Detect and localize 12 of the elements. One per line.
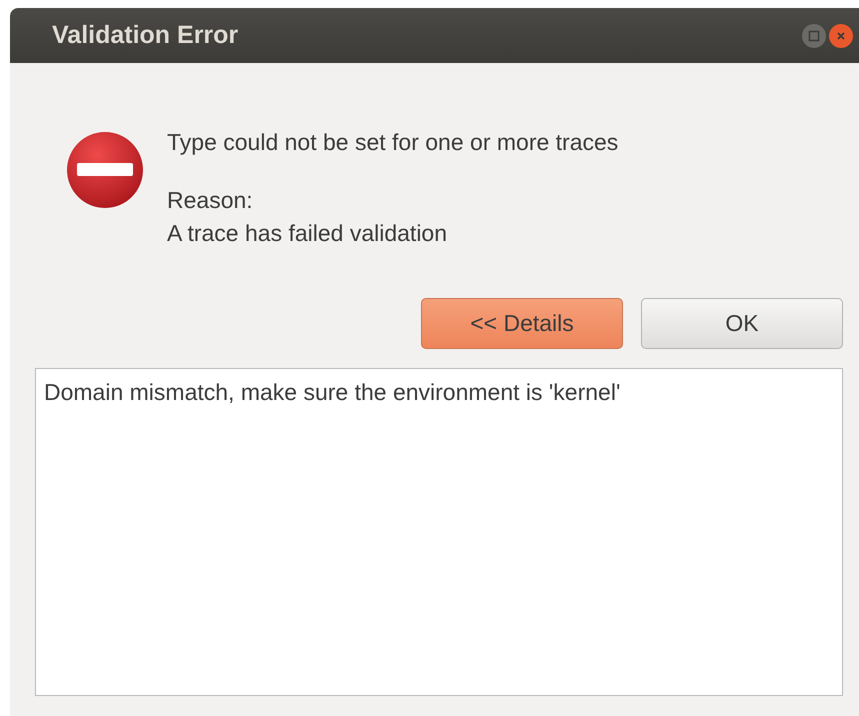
maximize-button[interactable] <box>802 24 826 48</box>
error-message: Type could not be set for one or more traces <box>167 128 618 157</box>
details-button[interactable]: << Details <box>421 298 623 349</box>
window-title: Validation Error <box>52 21 240 50</box>
error-icon <box>65 130 145 210</box>
details-text-area[interactable]: Domain mismatch, make sure the environment is 'kernel' <box>35 368 843 696</box>
ok-button[interactable]: OK <box>641 298 843 349</box>
close-icon <box>836 30 846 40</box>
reason-text: A trace has failed validation <box>167 219 448 248</box>
close-button[interactable] <box>829 24 853 48</box>
maximize-icon <box>808 30 820 42</box>
reason-label: Reason: <box>167 186 254 215</box>
